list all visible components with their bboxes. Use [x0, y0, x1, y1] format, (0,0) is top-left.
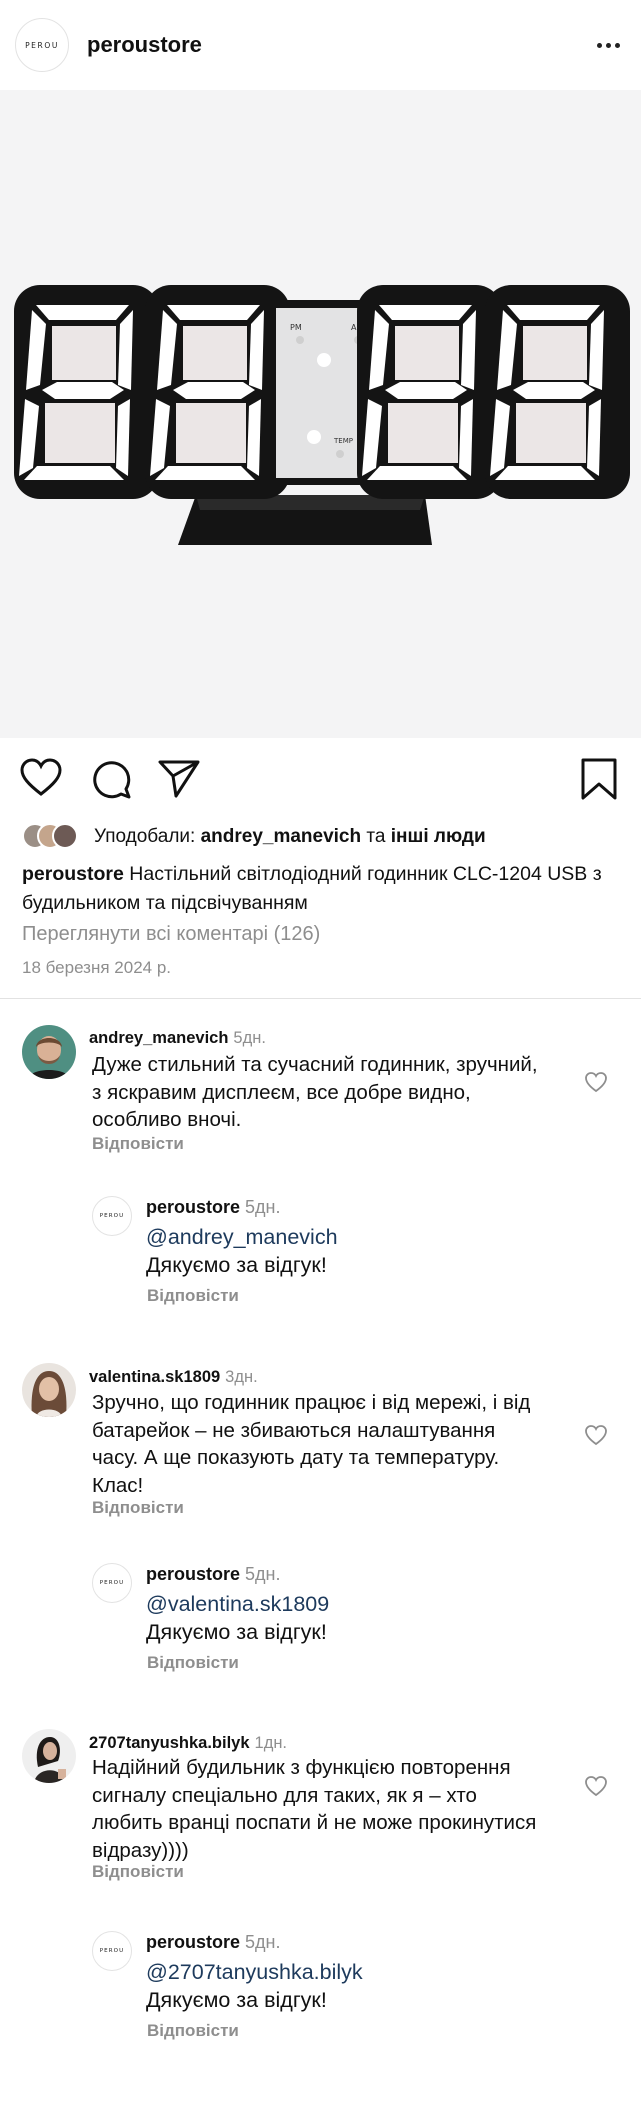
clock-temp-label: TEMP — [333, 437, 353, 445]
likes-middle: та — [361, 826, 391, 847]
comment-text: Дуже стильний та сучасний годинник, зруч… — [92, 1053, 538, 1131]
reply-link[interactable]: Відповісти — [147, 2021, 239, 2041]
send-icon[interactable] — [156, 756, 202, 802]
logo-text: PEROU — [99, 1948, 125, 1954]
avatar — [52, 823, 78, 849]
post-actions — [0, 750, 641, 810]
store-avatar[interactable]: PEROU — [92, 1563, 132, 1603]
clock-digit-1 — [14, 285, 159, 499]
comment-time: 5дн. — [233, 1029, 266, 1047]
likes-user-link[interactable]: andrey_manevich — [201, 826, 362, 847]
reply-mention[interactable]: @valentina.sk1809 — [146, 1592, 329, 1617]
reply-link[interactable]: Відповісти — [92, 1498, 184, 1518]
reply-link[interactable]: Відповісти — [147, 1286, 239, 1306]
reply-text: Дякуємо за відгук! — [146, 1620, 327, 1644]
comment-time: 3дн. — [225, 1368, 258, 1386]
divider — [0, 998, 641, 999]
comment-time: 5дн. — [245, 1197, 281, 1217]
bookmark-icon[interactable] — [576, 756, 622, 802]
post-image[interactable]: PM AL TEMP — [0, 90, 641, 738]
reply-link[interactable]: Відповісти — [147, 1653, 239, 1673]
comment-username[interactable]: valentina.sk1809 3дн. — [89, 1368, 258, 1387]
post-date: 18 березня 2024 р. — [22, 958, 171, 977]
logo-text: PEROU — [99, 1580, 125, 1586]
heart-icon[interactable] — [584, 1424, 608, 1446]
comment-username[interactable]: andrey_manevich 5дн. — [89, 1029, 266, 1048]
comment-time: 5дн. — [245, 1932, 281, 1952]
clock-display-image: PM AL TEMP — [0, 90, 641, 738]
comment-username[interactable]: 2707tanyushka.bilyk 1дн. — [89, 1734, 287, 1753]
likes-text: Уподобали: andrey_manevich та інші люди — [94, 826, 486, 848]
likes-prefix: Уподобали: — [94, 826, 201, 847]
clock-digit-3 — [357, 285, 502, 499]
comment-icon[interactable] — [88, 756, 134, 802]
reply-mention[interactable]: @2707tanyushka.bilyk — [146, 1960, 363, 1985]
reply-text: Дякуємо за відгук! — [146, 1253, 327, 1277]
store-avatar[interactable]: PEROU — [15, 18, 69, 72]
clock-digit-4 — [485, 285, 630, 499]
avatar[interactable] — [22, 1025, 76, 1079]
reply-username[interactable]: peroustore 5дн. — [146, 1197, 281, 1218]
post-caption: peroustore Настільний світлодіодний годи… — [22, 860, 602, 918]
logo-text: PEROU — [25, 40, 59, 50]
reply-text: Дякуємо за відгук! — [146, 1988, 327, 2012]
post-header: PEROU peroustore — [0, 0, 641, 90]
comment-text: Надійний будильник з функцією повторення… — [92, 1756, 537, 1862]
reply-username[interactable]: peroustore 5дн. — [146, 1932, 281, 1953]
comment-text: Зручно, що годинник працює і від мережі,… — [92, 1391, 531, 1497]
liker-avatars — [22, 823, 94, 851]
post-author-username[interactable]: peroustore — [87, 32, 202, 58]
avatar[interactable] — [22, 1729, 76, 1783]
likes-row[interactable]: Уподобали: andrey_manevich та інші люди — [22, 823, 486, 851]
clock-pm-label: PM — [290, 323, 302, 332]
comment-time: 1дн. — [254, 1734, 288, 1752]
heart-icon[interactable] — [18, 756, 64, 802]
reply-mention[interactable]: @andrey_manevich — [146, 1225, 338, 1250]
reply-username[interactable]: peroustore 5дн. — [146, 1564, 281, 1585]
likes-others-link[interactable]: інші люди — [391, 826, 486, 847]
store-avatar[interactable]: PEROU — [92, 1931, 132, 1971]
heart-icon[interactable] — [584, 1775, 608, 1797]
avatar[interactable] — [22, 1363, 76, 1417]
store-avatar[interactable]: PEROU — [92, 1196, 132, 1236]
heart-icon[interactable] — [584, 1071, 608, 1093]
logo-text: PEROU — [99, 1213, 125, 1219]
reply-link[interactable]: Відповісти — [92, 1862, 184, 1882]
view-all-comments-link[interactable]: Переглянути всі коментарі (126) — [22, 923, 320, 946]
more-dots-icon[interactable] — [590, 30, 626, 60]
caption-username[interactable]: peroustore — [22, 863, 124, 885]
comment-time: 5дн. — [245, 1564, 281, 1584]
reply-link[interactable]: Відповісти — [92, 1134, 184, 1154]
